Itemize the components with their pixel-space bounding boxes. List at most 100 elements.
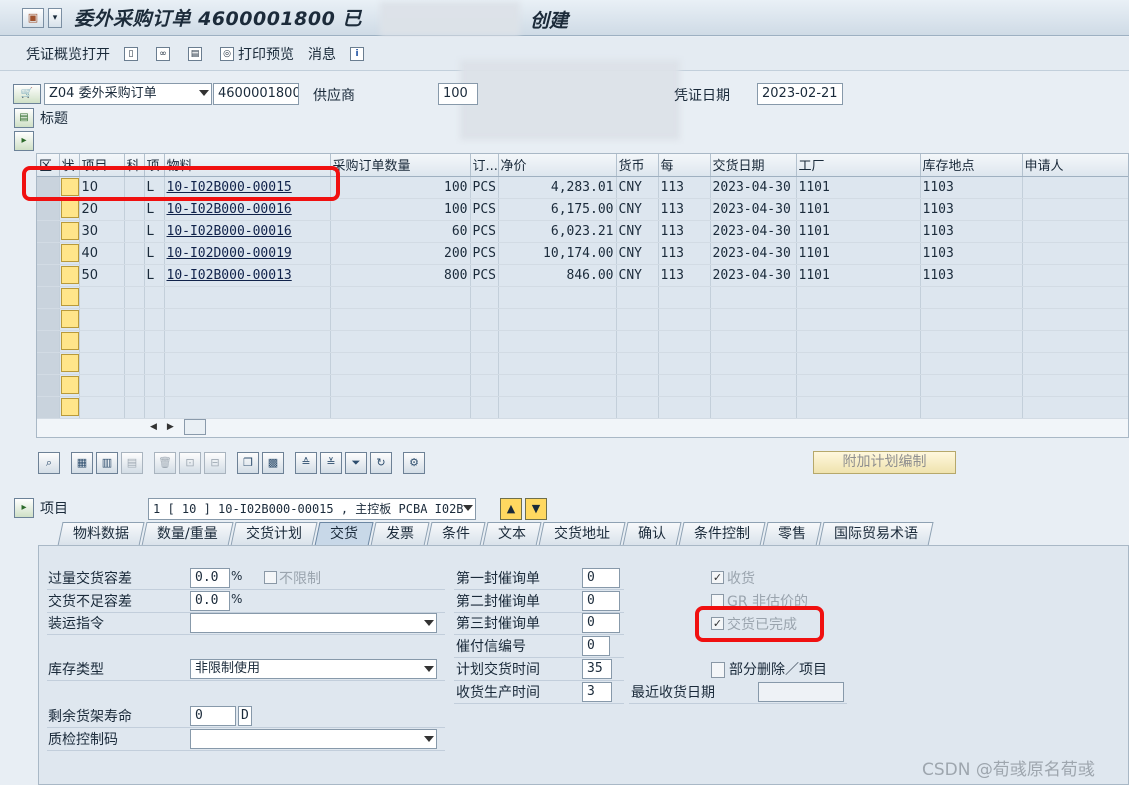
sort-descending-icon[interactable]: ≚	[320, 452, 342, 474]
table-row[interactable]: 20 L 10-I02B000-00016 100 PCS 6,175.00 CNY 113 2…	[37, 198, 1128, 221]
unlock-icon[interactable]: ⊟	[204, 452, 226, 474]
tab-3[interactable]: 交货	[314, 522, 374, 546]
row-selector[interactable]	[37, 396, 60, 419]
chevron-down-icon[interactable]: ▾	[48, 7, 62, 28]
display-change-button[interactable]: ∞	[156, 46, 174, 61]
delete-icon[interactable]: 🗑	[154, 452, 176, 474]
row-selector[interactable]	[37, 198, 60, 221]
lock-icon[interactable]: ⊡	[179, 452, 201, 474]
status-icon[interactable]	[60, 376, 78, 394]
column-header[interactable]: 库存地点	[920, 154, 1023, 177]
column-header[interactable]: 采购订单数量	[330, 154, 471, 177]
expand-header-icon[interactable]: ▤	[14, 108, 34, 128]
expand-item-detail-icon[interactable]: ▸	[14, 498, 34, 518]
document-overview-button[interactable]: 凭证概览打开	[26, 44, 110, 64]
shelf-life-unit-field[interactable]: D	[238, 706, 252, 726]
print-preview-button[interactable]: ◎ 打印预览	[220, 44, 294, 64]
next-item-button[interactable]: ▼	[525, 498, 547, 520]
table-cell[interactable]	[164, 308, 331, 331]
expand-items-icon[interactable]: ▸	[14, 131, 34, 151]
table-row[interactable]	[37, 330, 1128, 353]
status-icon[interactable]	[60, 200, 78, 218]
qi-control-key-select[interactable]	[190, 729, 437, 749]
table-row[interactable]	[37, 352, 1128, 375]
document-type-select[interactable]: Z04 委外采购订单	[44, 83, 212, 105]
filter-icon[interactable]: ⏷	[345, 452, 367, 474]
tab-8[interactable]: 确认	[622, 522, 682, 546]
table-row[interactable]	[37, 286, 1128, 309]
overdelivery-tolerance-field[interactable]: 0.0	[190, 568, 230, 588]
new-document-button[interactable]: ▯	[124, 46, 142, 61]
goods-receipt-checkbox[interactable]: ✓	[711, 571, 724, 584]
status-icon[interactable]	[60, 310, 78, 328]
gr-processing-time-field[interactable]: 3	[582, 682, 612, 702]
deselect-all-icon[interactable]: ▥	[96, 452, 118, 474]
shipping-instruction-select[interactable]	[190, 613, 437, 633]
cell-material[interactable]: 10-I02D000-00019	[164, 242, 331, 265]
tab-1[interactable]: 数量/重量	[141, 522, 234, 546]
second-reminder-field[interactable]: 0	[582, 591, 620, 611]
status-icon[interactable]	[60, 354, 78, 372]
table-cell[interactable]	[164, 286, 331, 309]
tab-9[interactable]: 条件控制	[678, 522, 766, 546]
column-header[interactable]: 交货日期	[710, 154, 797, 177]
select-all-icon[interactable]: ▦	[71, 452, 93, 474]
column-header[interactable]: 工厂	[796, 154, 921, 177]
row-selector[interactable]	[37, 352, 60, 375]
status-icon[interactable]	[60, 398, 78, 416]
status-icon[interactable]	[60, 266, 78, 284]
first-reminder-field[interactable]: 0	[582, 568, 620, 588]
tab-7[interactable]: 交货地址	[538, 522, 626, 546]
material-link[interactable]: 10-I02B000-00013	[167, 268, 292, 283]
menu-icon[interactable]: ▣	[22, 7, 44, 28]
tab-0[interactable]: 物料数据	[57, 522, 145, 546]
details-icon[interactable]: ⌕	[38, 452, 60, 474]
other-document-button[interactable]: ▤	[188, 46, 206, 61]
material-link[interactable]: 10-I02B000-00016	[167, 224, 292, 239]
row-selector[interactable]	[37, 242, 60, 265]
underdelivery-tolerance-field[interactable]: 0.0	[190, 591, 230, 611]
table-row[interactable]	[37, 396, 1128, 419]
row-selector[interactable]	[37, 286, 60, 309]
table-row[interactable]	[37, 308, 1128, 331]
row-selector[interactable]	[37, 220, 60, 243]
copy-row-icon[interactable]: ▤	[121, 452, 143, 474]
info-button[interactable]: i	[350, 46, 368, 61]
material-link[interactable]: 10-I02B000-00016	[167, 202, 292, 217]
row-selector[interactable]	[37, 264, 60, 287]
additional-planning-button[interactable]: 附加计划编制	[813, 451, 956, 474]
tab-6[interactable]: 文本	[482, 522, 542, 546]
urging-letter-number-field[interactable]: 0	[582, 636, 610, 656]
settings-icon[interactable]: ⚙	[403, 452, 425, 474]
planned-delivery-time-field[interactable]: 35	[582, 659, 612, 679]
status-icon[interactable]	[60, 332, 78, 350]
previous-item-button[interactable]: ▲	[500, 498, 522, 520]
table-row[interactable]: 40 L 10-I02D000-00019 200 PCS 10,174.00 CNY 113…	[37, 242, 1128, 265]
row-selector[interactable]	[37, 330, 60, 353]
third-reminder-field[interactable]: 0	[582, 613, 620, 633]
last-gr-date-field[interactable]	[758, 682, 844, 702]
row-selector[interactable]	[37, 374, 60, 397]
scroll-left-icon[interactable]: ◀	[150, 422, 157, 432]
cell-material[interactable]: 10-I02B000-00013	[164, 264, 331, 287]
copy-icon[interactable]: ❐	[237, 452, 259, 474]
column-header[interactable]: 货币	[616, 154, 659, 177]
status-icon[interactable]	[60, 244, 78, 262]
table-cell[interactable]	[164, 374, 331, 397]
status-icon[interactable]	[60, 288, 78, 306]
vendor-field[interactable]: 100	[438, 83, 478, 105]
table-row[interactable]	[37, 374, 1128, 397]
tab-2[interactable]: 交货计划	[230, 522, 318, 546]
document-date-field[interactable]: 2023-02-21	[757, 83, 843, 105]
scroll-thumb[interactable]	[183, 419, 206, 435]
document-number-field[interactable]: 4600001800	[213, 83, 299, 105]
tab-5[interactable]: 条件	[426, 522, 486, 546]
stock-type-select[interactable]: 非限制使用	[190, 659, 437, 679]
tab-11[interactable]: 国际贸易术语	[818, 522, 934, 546]
tab-4[interactable]: 发票	[370, 522, 430, 546]
tab-10[interactable]: 零售	[762, 522, 822, 546]
cart-icon[interactable]: 🛒	[13, 84, 41, 104]
calculator-icon[interactable]: ▩	[262, 452, 284, 474]
cell-material[interactable]: 10-I02B000-00016	[164, 198, 331, 221]
remaining-shelf-life-field[interactable]: 0	[190, 706, 236, 726]
